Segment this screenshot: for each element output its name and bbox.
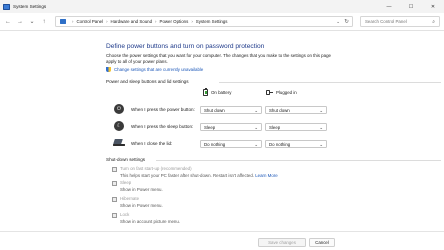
search-box[interactable]: ⌕: [360, 16, 440, 27]
moon-icon: ☾: [114, 121, 124, 131]
battery-icon: [203, 88, 208, 96]
laptop-lid-icon: [113, 139, 125, 147]
power-icon: ⏻: [114, 104, 124, 114]
hibernate-checkbox-row[interactable]: Hibernate: [112, 196, 139, 202]
page-heading: Define power buttons and turn on passwor…: [106, 43, 265, 50]
chevron-down-icon: ⌄: [319, 141, 323, 147]
lock-checkbox[interactable]: [112, 212, 117, 218]
breadcrumb-power-options[interactable]: Power Options: [160, 19, 189, 24]
uac-shield-icon: [106, 67, 111, 72]
maximize-button[interactable]: ☐: [400, 0, 422, 13]
fast-startup-description: This helps start your PC faster after sh…: [120, 173, 278, 178]
window-title: System Settings: [13, 4, 47, 9]
close-lid-label: When I close the lid:: [131, 141, 173, 146]
column-plugged-in-label: Plugged in: [276, 90, 297, 95]
search-input[interactable]: [365, 19, 431, 24]
address-bar[interactable]: › Control Panel › Hardware and Sound › P…: [55, 16, 353, 27]
control-panel-icon: [3, 3, 10, 10]
select-value: Do nothing: [269, 141, 291, 147]
fast-startup-description-text: This helps start your PC faster after sh…: [120, 173, 254, 178]
up-button[interactable]: ↑: [39, 17, 49, 27]
learn-more-link[interactable]: Learn More: [255, 173, 277, 178]
change-settings-label[interactable]: Change settings that are currently unava…: [114, 67, 203, 72]
select-value: Sleep: [204, 124, 216, 130]
power-button-label: When I press the power button:: [131, 107, 195, 112]
breadcrumb-system-settings[interactable]: System Settings: [196, 19, 228, 24]
breadcrumb-separator-icon[interactable]: ›: [155, 19, 156, 24]
sleep-description: Show in Power menu.: [120, 187, 163, 192]
change-settings-link[interactable]: Change settings that are currently unava…: [106, 67, 203, 72]
fast-startup-checkbox[interactable]: [112, 166, 117, 172]
address-dropdown-icon[interactable]: ⌄: [336, 19, 340, 25]
fast-startup-label: Turn on fast start-up (recommended): [120, 166, 192, 171]
column-plugged-in: Plugged in: [266, 89, 297, 96]
section-divider: [219, 81, 441, 83]
search-icon[interactable]: ⌕: [432, 19, 435, 25]
sleep-button-battery-select[interactable]: Sleep ⌄: [200, 123, 262, 131]
fast-startup-checkbox-row[interactable]: Turn on fast start-up (recommended): [112, 166, 192, 172]
close-lid-battery-select[interactable]: Do nothing ⌄: [200, 140, 262, 148]
chevron-down-icon: ⌄: [254, 141, 258, 147]
sleep-label: Sleep: [120, 180, 132, 185]
title-bar: System Settings — ☐ ✕: [0, 0, 444, 13]
select-value: Do nothing: [204, 141, 226, 147]
footer-bar: Save changes Cancel: [0, 231, 444, 250]
minimize-button[interactable]: —: [378, 0, 400, 13]
breadcrumb-hardware-and-sound[interactable]: Hardware and Sound: [111, 19, 153, 24]
hibernate-label: Hibernate: [120, 196, 140, 201]
sleep-checkbox-row[interactable]: Sleep: [112, 180, 131, 186]
cancel-button[interactable]: Cancel: [309, 238, 335, 247]
breadcrumb-separator-icon[interactable]: ›: [191, 19, 192, 24]
window-controls: — ☐ ✕: [378, 0, 444, 13]
lock-label: Lock: [120, 212, 130, 217]
section-divider: [156, 159, 441, 161]
recent-locations-button[interactable]: ⌄: [27, 17, 37, 27]
refresh-icon[interactable]: ↻: [344, 19, 349, 25]
plugged-in-icon: [266, 89, 273, 96]
sleep-button-label: When I press the sleep button:: [131, 124, 194, 129]
lock-checkbox-row[interactable]: Lock: [112, 212, 129, 218]
main-content: Define power buttons and turn on passwor…: [0, 32, 444, 231]
column-on-battery-label: On battery: [211, 90, 232, 95]
power-button-plugged-select[interactable]: Shut down ⌄: [265, 106, 327, 114]
navigation-bar: ← → ⌄ ↑ › Control Panel › Hardware and S…: [0, 13, 444, 31]
chevron-down-icon: ⌄: [254, 107, 258, 113]
breadcrumb-separator-icon: ›: [72, 19, 74, 24]
hibernate-description: Show in Power menu.: [120, 203, 163, 208]
chevron-down-icon: ⌄: [319, 107, 323, 113]
chevron-down-icon: ⌄: [254, 124, 258, 130]
control-panel-icon: [60, 19, 66, 24]
forward-button[interactable]: →: [15, 17, 25, 27]
close-lid-plugged-select[interactable]: Do nothing ⌄: [265, 140, 327, 148]
breadcrumb-control-panel[interactable]: Control Panel: [76, 19, 103, 24]
close-button[interactable]: ✕: [422, 0, 444, 13]
section-shutdown-heading: Shut-down settings: [106, 157, 146, 162]
select-value: Shut down: [269, 107, 290, 113]
breadcrumb-separator-icon[interactable]: ›: [106, 19, 107, 24]
lock-description: Show in account picture menu.: [120, 219, 181, 224]
column-on-battery: On battery: [203, 88, 232, 96]
sleep-checkbox[interactable]: [112, 180, 117, 186]
page-description: Choose the power settings that you want …: [106, 53, 331, 65]
chevron-down-icon: ⌄: [319, 124, 323, 130]
sleep-button-plugged-select[interactable]: Sleep ⌄: [265, 123, 327, 131]
save-changes-button[interactable]: Save changes: [258, 238, 306, 247]
select-value: Shut down: [204, 107, 225, 113]
select-value: Sleep: [269, 124, 281, 130]
back-button[interactable]: ←: [3, 17, 13, 27]
power-button-battery-select[interactable]: Shut down ⌄: [200, 106, 262, 114]
section-buttons-heading: Power and sleep buttons and lid settings: [106, 79, 189, 84]
hibernate-checkbox[interactable]: [112, 196, 117, 202]
